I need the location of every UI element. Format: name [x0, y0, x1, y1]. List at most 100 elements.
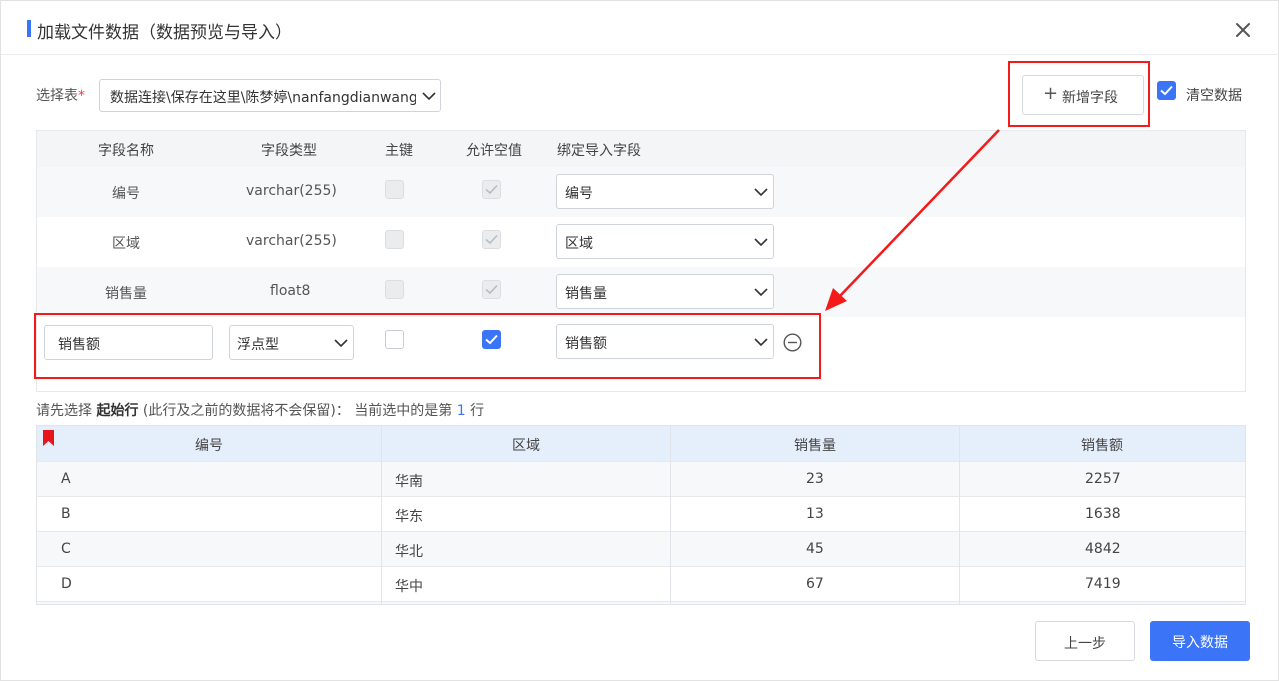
field-name: 编号 [112, 186, 140, 202]
preview-cell: 1638 [1085, 506, 1121, 522]
primary-key-checkbox [385, 180, 404, 199]
new-bind-field-select[interactable]: 销售额 [556, 324, 774, 359]
new-primary-key-checkbox[interactable] [385, 330, 404, 349]
new-field-name-input[interactable]: 销售额 [44, 325, 213, 360]
bind-field-value: 区域 [565, 236, 593, 252]
hint-bold: 起始行 [96, 403, 139, 419]
title-accent-bar [27, 20, 31, 37]
preview-row[interactable] [37, 601, 1245, 604]
plus-icon: + [1043, 83, 1059, 104]
preview-cell: 7419 [1085, 576, 1121, 592]
preview-cell: 华北 [395, 544, 423, 560]
column-divider [381, 426, 382, 604]
header-nullable: 允许空值 [466, 143, 522, 159]
preview-cell: 4842 [1085, 541, 1121, 557]
bind-field-select[interactable]: 区域 [556, 224, 774, 259]
preview-cell: 华中 [395, 579, 423, 595]
nullable-checkbox [482, 280, 501, 299]
field-row: 编号 varchar(255) 编号 [37, 167, 1245, 217]
new-field-type-select[interactable]: 浮点型 [229, 325, 354, 360]
previous-step-label: 上一步 [1064, 636, 1106, 652]
preview-cell: 45 [806, 541, 824, 557]
preview-cell: 华南 [395, 474, 423, 490]
minus-circle-icon[interactable] [783, 333, 802, 352]
field-mapping-panel: 字段名称 字段类型 主键 允许空值 绑定导入字段 编号 varchar(255)… [36, 130, 1246, 392]
header-field-name: 字段名称 [98, 143, 154, 159]
select-table-label-text: 选择表 [36, 88, 78, 104]
preview-header: 编号 区域 销售量 销售额 [37, 426, 1245, 461]
dialog-title: 加载文件数据（数据预览与导入） [37, 23, 292, 43]
select-table-label: 选择表* [36, 85, 85, 105]
table-select[interactable]: 数据连接\保存在这里\陈梦婷\nanfangdianwang [99, 79, 441, 112]
field-mapping-header: 字段名称 字段类型 主键 允许空值 绑定导入字段 [37, 131, 1245, 167]
header-bind-field: 绑定导入字段 [557, 143, 641, 159]
new-field-row: 销售额 浮点型 销售额 [37, 317, 1245, 367]
clear-data-label: 清空数据 [1186, 88, 1242, 104]
clear-data-checkbox[interactable] [1157, 81, 1176, 100]
import-data-label: 导入数据 [1172, 635, 1228, 651]
bind-field-select[interactable]: 编号 [556, 174, 774, 209]
new-field-type-value: 浮点型 [237, 337, 279, 353]
dialog-header: 加载文件数据（数据预览与导入） [1, 1, 1279, 55]
bind-field-value: 编号 [565, 186, 593, 202]
import-data-button[interactable]: 导入数据 [1150, 621, 1250, 661]
start-row-hint: 请先选择 起始行 (此行及之前的数据将不会保留)： 当前选中的是第 1 行 [36, 400, 484, 420]
table-select-value: 数据连接\保存在这里\陈梦婷\nanfangdianwang [110, 90, 416, 106]
bind-field-value: 销售量 [565, 286, 607, 302]
preview-cell: 华东 [395, 509, 423, 525]
chevron-down-icon [754, 238, 768, 247]
preview-row[interactable]: C 华北 45 4842 [37, 531, 1245, 566]
field-row: 区域 varchar(255) 区域 [37, 217, 1245, 267]
new-nullable-checkbox[interactable] [482, 330, 501, 349]
hint-suffix: 行 [470, 403, 485, 419]
required-mark: * [78, 88, 85, 104]
preview-cell: B [61, 506, 71, 522]
hint-prefix: 请先选择 [36, 403, 92, 419]
preview-header-cell: 销售量 [794, 438, 836, 454]
header-field-type: 字段类型 [261, 143, 317, 159]
previous-step-button[interactable]: 上一步 [1035, 621, 1135, 661]
load-file-dialog: 加载文件数据（数据预览与导入） 选择表* 数据连接\保存在这里\陈梦婷\nanf… [0, 0, 1279, 681]
chevron-down-icon [754, 338, 768, 347]
preview-header-cell: 区域 [512, 438, 540, 454]
field-type: float8 [270, 283, 311, 299]
primary-key-checkbox [385, 280, 404, 299]
preview-row[interactable]: B 华东 13 1638 [37, 496, 1245, 531]
field-type: varchar(255) [246, 233, 337, 249]
new-field-name-value: 销售额 [58, 337, 100, 353]
bind-field-select[interactable]: 销售量 [556, 274, 774, 309]
nullable-checkbox [482, 230, 501, 249]
preview-header-cell: 销售额 [1081, 438, 1123, 454]
preview-row[interactable]: D 华中 67 7419 [37, 566, 1245, 601]
column-divider [959, 426, 960, 604]
primary-key-checkbox [385, 230, 404, 249]
add-field-label: 新增字段 [1062, 90, 1118, 106]
preview-cell: 2257 [1085, 471, 1121, 487]
chevron-down-icon [334, 339, 348, 348]
preview-cell: 13 [806, 506, 824, 522]
chevron-down-icon [754, 188, 768, 197]
preview-header-cell: 编号 [195, 438, 223, 454]
field-type: varchar(255) [246, 183, 337, 199]
preview-cell: A [61, 471, 71, 487]
bookmark-icon[interactable] [43, 430, 54, 446]
new-bind-field-value: 销售额 [565, 336, 607, 352]
field-row: 销售量 float8 销售量 [37, 267, 1245, 317]
nullable-checkbox [482, 180, 501, 199]
data-preview-table: 编号 区域 销售量 销售额 A 华南 23 2257 B 华东 13 1638 … [36, 425, 1246, 605]
chevron-down-icon [754, 288, 768, 297]
preview-row[interactable]: A 华南 23 2257 [37, 461, 1245, 496]
field-name: 区域 [112, 236, 140, 252]
preview-cell: 23 [806, 471, 824, 487]
hint-middle: (此行及之前的数据将不会保留)： 当前选中的是第 [142, 403, 453, 419]
preview-cell: 67 [806, 576, 824, 592]
chevron-down-icon [422, 92, 436, 101]
hint-row-number: 1 [456, 403, 466, 419]
header-primary-key: 主键 [385, 143, 413, 159]
close-icon[interactable] [1230, 17, 1256, 43]
preview-cell: D [61, 576, 72, 592]
add-field-button[interactable]: + 新增字段 [1022, 75, 1144, 115]
column-divider [670, 426, 671, 604]
field-name: 销售量 [105, 286, 147, 302]
preview-cell: C [61, 541, 71, 557]
